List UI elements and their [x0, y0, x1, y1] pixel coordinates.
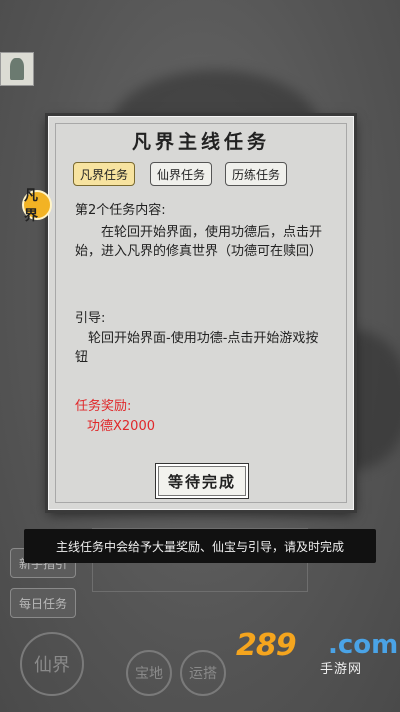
guide-body: 轮回开始界面-使用功德-点击开始游戏按钮	[75, 331, 319, 365]
main-quest-dialog: 凡界主线任务 凡界任务 仙界任务 历练任务 第2个任务内容: 在轮回开始界面，使…	[48, 116, 354, 510]
baodi-button[interactable]: 宝地	[126, 650, 172, 696]
task-body: 在轮回开始界面，使用功德后，点击开始，进入凡界的修真世界（功德可在赎回）	[75, 225, 323, 259]
guide-heading: 引导:	[75, 311, 106, 326]
xianjie-button[interactable]: 仙界	[20, 632, 84, 696]
watermark-domain: .com	[328, 630, 399, 660]
tab-lilian-tasks[interactable]: 历练任务	[225, 162, 287, 186]
watermark-subtitle: 手游网	[320, 662, 363, 677]
reward-heading: 任务奖励:	[75, 399, 132, 414]
tip-toast: 主线任务中会给予大量奖励、仙宝与引导，请及时完成	[24, 529, 376, 563]
watermark-number: 289	[236, 628, 297, 663]
daily-task-button[interactable]: 每日任务	[10, 588, 76, 618]
tab-xianjie-tasks[interactable]: 仙界任务	[150, 162, 212, 186]
tab-fanjie-tasks[interactable]: 凡界任务	[73, 162, 135, 186]
yunda-button[interactable]: 运搭	[180, 650, 226, 696]
reward-value: 功德X2000	[87, 419, 155, 434]
dialog-title: 凡界主线任务	[131, 131, 270, 153]
task-heading: 第2个任务内容:	[75, 203, 166, 218]
fanjie-seal-icon: 凡界	[22, 188, 52, 224]
player-avatar[interactable]	[0, 52, 34, 86]
site-watermark-logo: 289 .com 手游网	[236, 628, 398, 678]
wait-complete-button[interactable]: 等待完成	[155, 463, 249, 499]
